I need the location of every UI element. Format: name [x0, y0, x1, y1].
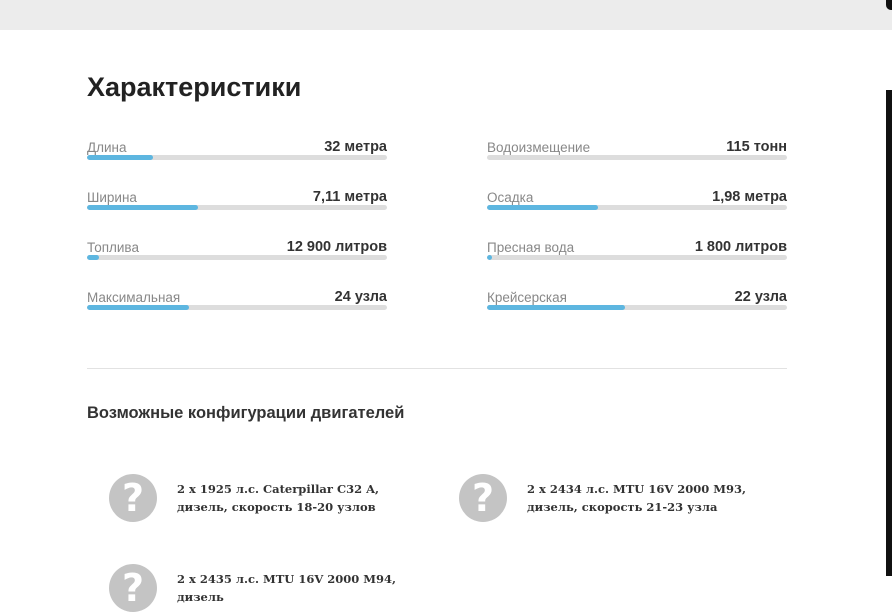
- spec-label: Крейсерская: [487, 290, 567, 305]
- spec-label: Максимальная: [87, 290, 181, 305]
- question-icon[interactable]: ?: [109, 474, 157, 522]
- top-bar: [0, 0, 892, 30]
- spec-max-speed: Максимальная 24 узла: [87, 289, 387, 321]
- spec-draft: Осадка 1,98 метра: [487, 189, 787, 221]
- spec-bar: [487, 255, 787, 260]
- spec-fresh-water: Пресная вода 1 800 литров: [487, 239, 787, 271]
- engine-option: ? 2 x 2435 л.с. MTU 16V 2000 M94, дизель: [109, 564, 429, 614]
- spec-value: 1,98 метра: [712, 189, 787, 205]
- spec-displacement: Водоизмещение 115 тонн: [487, 139, 787, 171]
- spec-label: Пресная вода: [487, 240, 575, 255]
- spec-bar-fill: [87, 305, 189, 310]
- spec-bar: [487, 305, 787, 310]
- spec-label: Топлива: [87, 240, 139, 255]
- spec-value: 32 метра: [324, 139, 387, 155]
- spec-cruise-speed: Крейсерская 22 узла: [487, 289, 787, 321]
- spec-label: Осадка: [487, 190, 534, 205]
- engine-description: 2 x 2435 л.с. MTU 16V 2000 M94, дизель: [177, 572, 396, 604]
- engine-option: ? 2 x 2434 л.с. MTU 16V 2000 M93, дизель…: [459, 474, 779, 524]
- scrollbar[interactable]: [886, 90, 892, 576]
- spec-label: Водоизмещение: [487, 140, 591, 155]
- spec-value: 115 тонн: [726, 139, 787, 155]
- section-divider: [87, 368, 787, 369]
- engine-description: 2 x 1925 л.с. Caterpillar C32 A, дизель,…: [177, 482, 380, 514]
- spec-bar: [87, 155, 387, 160]
- spec-bar: [87, 205, 387, 210]
- spec-bar-fill: [87, 255, 99, 260]
- question-icon[interactable]: ?: [109, 564, 157, 612]
- spec-value: 22 узла: [734, 289, 787, 305]
- spec-value: 1 800 литров: [694, 239, 787, 255]
- spec-bar-fill: [487, 305, 625, 310]
- spec-label: Длина: [87, 140, 127, 155]
- engine-option: ? 2 x 1925 л.с. Caterpillar C32 A, дизел…: [109, 474, 429, 524]
- question-icon[interactable]: ?: [459, 474, 507, 522]
- spec-value: 12 900 литров: [286, 239, 387, 255]
- spec-bar: [87, 305, 387, 310]
- spec-width: Ширина 7,11 метра: [87, 189, 387, 221]
- spec-bar: [87, 255, 387, 260]
- spec-length: Длина 32 метра: [87, 139, 387, 171]
- spec-label: Ширина: [87, 190, 137, 205]
- spec-bar-fill: [487, 255, 492, 260]
- spec-bar-fill: [87, 155, 153, 160]
- engines-title: Возможные конфигурации двигателей: [87, 404, 405, 422]
- engine-description: 2 x 2434 л.с. MTU 16V 2000 M93, дизель, …: [527, 482, 746, 514]
- spec-fuel: Топлива 12 900 литров: [87, 239, 387, 271]
- spec-bar: [487, 205, 787, 210]
- spec-bar-fill: [87, 205, 198, 210]
- spec-bar: [487, 155, 787, 160]
- window-corner: [886, 0, 892, 10]
- spec-bar-fill: [487, 205, 598, 210]
- spec-value: 7,11 метра: [312, 189, 387, 205]
- spec-value: 24 узла: [334, 289, 387, 305]
- specs-title: Характеристики: [87, 72, 302, 102]
